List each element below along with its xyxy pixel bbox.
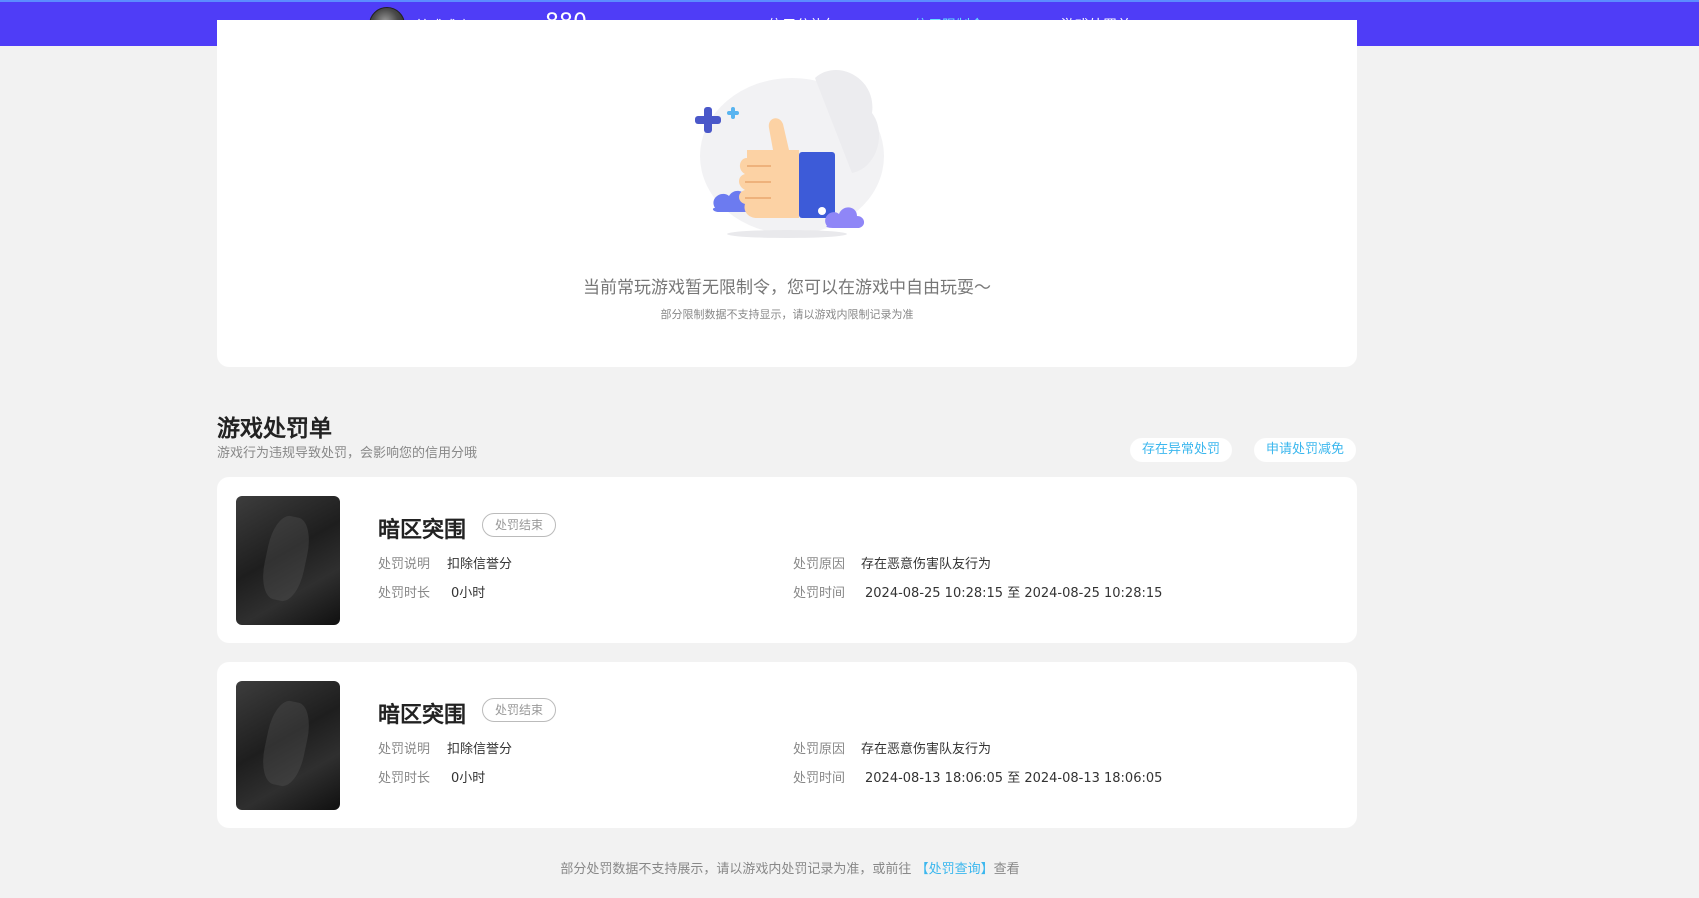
penalty-desc-label: 处罚说明	[378, 557, 431, 572]
penalty-duration-label: 处罚时长	[378, 771, 431, 786]
thumbs-up-illustration	[695, 70, 884, 238]
footer-text-after: 查看	[993, 862, 1020, 877]
penalty-section-title: 游戏处罚单	[217, 416, 332, 442]
penalty-time-value: 2024-08-25 10:28:15 至 2024-08-25 10:28:1…	[865, 586, 1163, 601]
game-name: 暗区突围	[378, 518, 467, 543]
empty-restriction-note: 部分限制数据不支持显示，请以游戏内限制记录为准	[660, 308, 914, 321]
penalty-time-value: 2024-08-13 18:06:05 至 2024-08-13 18:06:0…	[865, 771, 1163, 786]
penalty-duration-label: 处罚时长	[378, 586, 431, 601]
penalty-desc-value: 扣除信誉分	[447, 742, 513, 757]
footer-text: 部分处罚数据不支持展示，请以游戏内处罚记录为准，或前往	[560, 862, 912, 877]
penalty-reason-value: 存在恶意伤害队友行为	[861, 557, 992, 572]
penalty-record-card: 暗区突围 处罚结束 处罚说明 扣除信誉分 处罚时长 0小时 处罚原因 存在恶意伤…	[217, 477, 1357, 643]
status-badge: 处罚结束	[482, 698, 557, 722]
penalty-query-link[interactable]: 【处罚查询】	[916, 862, 994, 877]
penalty-duration-value: 0小时	[451, 771, 486, 786]
footer-note: 部分处罚数据不支持展示，请以游戏内处罚记录为准，或前往 【处罚查询】查看	[0, 858, 1580, 877]
penalty-desc-value: 扣除信誉分	[447, 557, 513, 572]
penalty-reason-label: 处罚原因	[793, 742, 846, 757]
penalty-reason-label: 处罚原因	[793, 557, 846, 572]
status-badge: 处罚结束	[482, 513, 557, 537]
penalty-section-desc: 游戏行为违规导致处罚，会影响您的信用分哦	[217, 446, 478, 461]
penalty-time-label: 处罚时间	[793, 771, 846, 786]
abnormal-penalty-button[interactable]: 存在异常处罚	[1130, 438, 1233, 462]
penalty-duration-value: 0小时	[451, 586, 486, 601]
game-thumbnail	[236, 681, 340, 810]
penalty-record-card: 暗区突围 处罚结束 处罚说明 扣除信誉分 处罚时长 0小时 处罚原因 存在恶意伤…	[217, 662, 1357, 828]
penalty-time-label: 处罚时间	[793, 586, 846, 601]
appeal-penalty-button[interactable]: 申请处罚减免	[1254, 438, 1357, 462]
game-name: 暗区突围	[378, 703, 467, 728]
empty-restriction-message: 当前常玩游戏暂无限制令，您可以在游戏中自由玩耍～	[583, 278, 991, 298]
penalty-reason-value: 存在恶意伤害队友行为	[861, 742, 992, 757]
penalty-desc-label: 处罚说明	[378, 742, 431, 757]
game-thumbnail	[236, 496, 340, 625]
restriction-card: 当前常玩游戏暂无限制令，您可以在游戏中自由玩耍～ 部分限制数据不支持显示，请以游…	[217, 20, 1357, 367]
